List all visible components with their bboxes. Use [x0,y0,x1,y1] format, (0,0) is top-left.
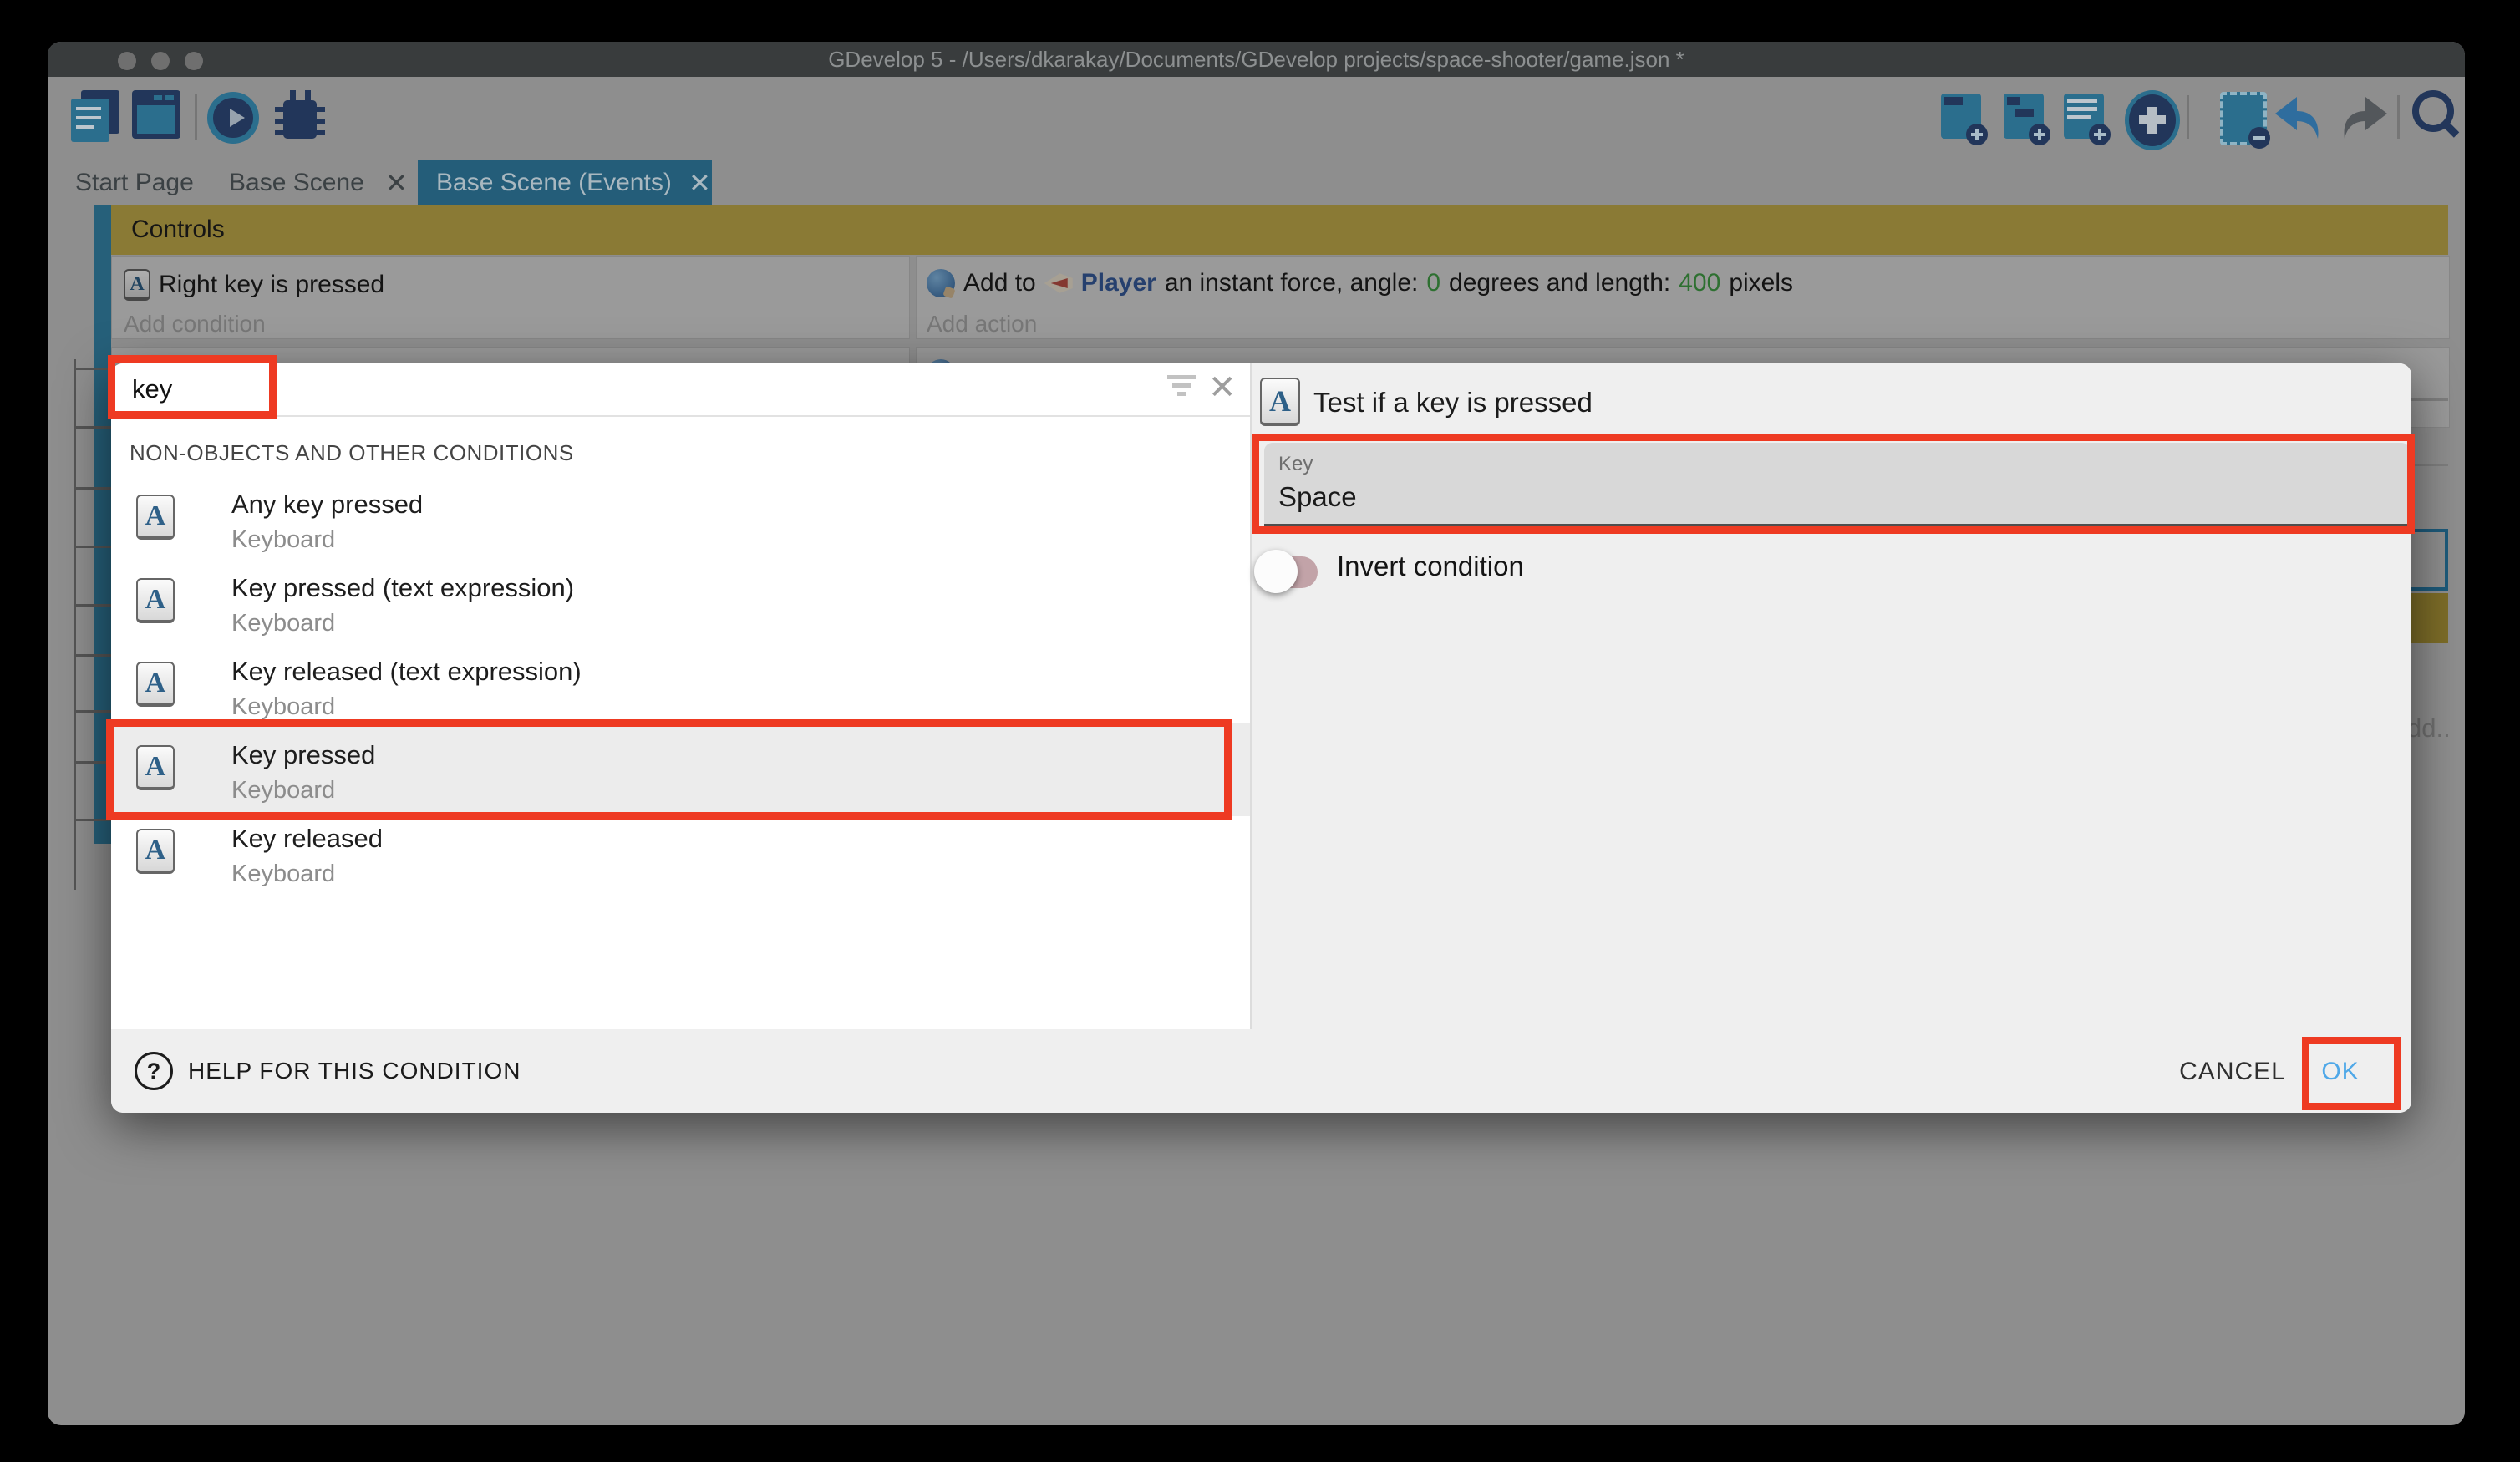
toolbar-divider [195,94,197,140]
row-tick [74,426,111,429]
filter-icon[interactable] [1166,375,1196,405]
list-item-title: Key released [231,824,383,854]
tab-base-scene[interactable]: Base Scene [229,169,364,197]
add-force-icon [927,269,955,297]
clipped-row-text: dd... [2407,714,2449,743]
add-comment-icon[interactable] [2064,94,2104,139]
dialog-bottom-bar: ? HELP FOR THIS CONDITION CANCEL OK [111,1029,2411,1113]
condition-text: Right key is pressed [159,271,384,299]
keyboard-key-icon: A [136,495,175,540]
list-item[interactable]: A Key pressed (text expression) Keyboard [111,546,1250,630]
action-text: pixels [1729,269,1793,297]
redo-icon[interactable] [2335,95,2390,140]
tab-base-scene-events-close-icon[interactable]: ✕ [688,167,711,199]
group-header-fragment [2411,593,2448,643]
annotation-search-box [108,355,277,419]
toolbar-divider [2187,95,2189,139]
condition-search-row: key ✕ [111,363,1250,417]
event-row-1-conditions[interactable]: A Right key is pressed Add condition [111,256,910,339]
titlebar: GDevelop 5 - /Users/dkarakay/Documents/G… [48,42,2465,77]
action-text: an instant force, angle: [1165,269,1419,297]
window-title: GDevelop 5 - /Users/dkarakay/Documents/G… [48,42,2465,77]
annotation-key-pressed-item [106,719,1232,820]
search-icon-handle [2442,120,2460,138]
close-icon[interactable]: ✕ [1208,368,1237,407]
row-tick [74,604,111,607]
event-group-header[interactable]: Controls [111,205,2448,255]
project-manager-icon[interactable] [71,90,123,144]
tab-base-scene-events[interactable]: Base Scene (Events) [436,169,672,197]
delete-selection-icon[interactable] [2220,92,2267,145]
invert-condition-label: Invert condition [1337,551,1524,582]
tab-base-scene-close-icon[interactable]: ✕ [385,167,408,199]
list-item-title: Any key pressed [231,490,423,520]
toolbar-divider [2397,95,2400,139]
selected-row-outline-fragment [2411,529,2448,591]
condition-detail-title: Test if a key is pressed [1313,387,1593,419]
list-item-subtitle: Keyboard [231,859,335,889]
help-link[interactable]: HELP FOR THIS CONDITION [188,1058,521,1084]
tab-start-page[interactable]: Start Page [75,169,194,197]
event-row-1-actions[interactable]: Add to Player an instant force, angle: 0… [916,256,2450,339]
keyboard-key-icon: A [136,829,175,874]
object-name: Player [1081,269,1156,297]
add-circle-icon[interactable] [2125,90,2180,150]
add-subevent-icon[interactable] [2004,94,2044,139]
row-tick [74,710,111,713]
list-item-title: Key pressed (text expression) [231,573,574,603]
add-condition-link[interactable]: Add condition [124,311,266,338]
list-item[interactable]: A Key released (text expression) Keyboar… [111,630,1250,713]
action-text: Add to [963,269,1036,297]
list-item-title: Key released (text expression) [231,657,582,687]
debug-icon[interactable] [275,89,325,144]
row-tick [74,487,111,490]
annotation-key-field [1252,434,2415,534]
keyboard-key-icon: A [124,269,150,301]
cancel-button[interactable]: CANCEL [2166,1058,2299,1086]
row-divider-fragment [2411,398,2448,401]
help-icon[interactable]: ? [135,1052,173,1090]
keyboard-key-icon: A [136,662,175,707]
toggle-thumb [1254,550,1298,593]
add-action-link[interactable]: Add action [927,311,1037,338]
scene-editor-icon[interactable] [132,90,180,139]
angle-value: 0 [1426,269,1440,297]
row-tick [74,546,111,548]
events-tree-line [74,359,76,890]
row-tick [74,654,111,657]
play-icon[interactable] [207,92,259,144]
length-value: 400 [1679,269,1720,297]
player-object-icon [1044,272,1073,295]
invert-condition-toggle[interactable] [1264,556,1318,588]
undo-icon[interactable] [2272,95,2327,140]
row-tick [74,368,111,370]
add-event-icon[interactable] [1941,94,1981,139]
event-group-title: Controls [131,216,2448,244]
row-divider-fragment [2411,464,2448,466]
list-item[interactable]: A Any key pressed Keyboard [111,463,1250,546]
action-text: degrees and length: [1449,269,1670,297]
keyboard-key-icon: A [136,578,175,623]
keyboard-key-icon: A [1260,378,1300,426]
annotation-ok-button [2302,1037,2401,1110]
